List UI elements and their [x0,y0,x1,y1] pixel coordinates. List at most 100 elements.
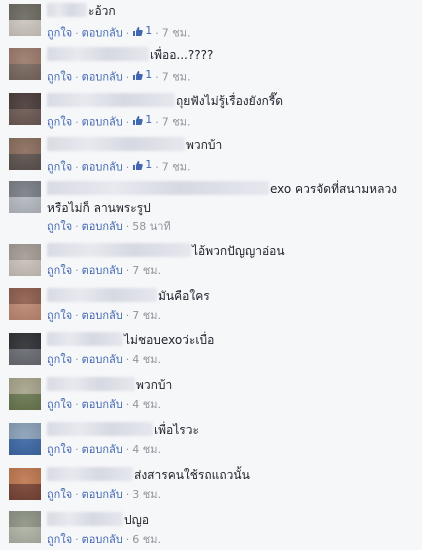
comment-text-line2: หรือไม่ก็ ลานพระรูป [47,200,151,217]
comment-time[interactable]: 4 ชม. [132,353,161,366]
thumbs-up-icon [132,26,144,37]
comment-actions: ถูกใจ · ตอบกลับ · 1 · 7 ชม. [47,23,191,40]
separator-dot: · [155,160,159,174]
avatar-bottom [9,484,41,500]
avatar[interactable] [9,93,41,125]
separator-dot: · [75,533,79,546]
separator-dot: · [155,70,159,84]
reply-link[interactable]: ตอบกลับ [82,264,123,277]
comment-actions: ถูกใจ · ตอบกลับ · 7 ชม. [47,263,161,279]
comment-text-content: ไม่ชอบexoว่ะเบื่อ [124,333,215,347]
comment-time[interactable]: 7 ชม. [162,161,191,174]
reply-link[interactable]: ตอบกลับ [82,309,123,322]
separator-dot: · [75,353,79,366]
reply-link[interactable]: ตอบกลับ [82,488,123,501]
avatar[interactable] [9,48,41,80]
avatar-top [9,468,41,484]
comment-text: เพื่อไรวะ [47,422,199,439]
separator-dot: · [75,398,79,411]
avatar[interactable] [9,4,41,36]
like-count[interactable]: 1 [132,23,152,39]
avatar[interactable] [9,138,41,170]
author-name-redacted[interactable] [47,243,191,257]
author-name-redacted[interactable] [47,467,133,481]
avatar[interactable] [9,511,41,543]
separator-dot: · [75,26,79,40]
author-name-redacted[interactable] [47,332,123,346]
author-name-redacted[interactable] [47,512,123,526]
like-link[interactable]: ถูกใจ [47,220,72,233]
like-count[interactable]: 1 [132,157,152,173]
reply-link[interactable]: ตอบกลับ [82,27,123,40]
comment-time[interactable]: 7 ชม. [132,264,161,277]
reply-link[interactable]: ตอบกลับ [82,71,123,84]
avatar[interactable] [9,288,41,320]
comment-text: ถุยฟังไม่รู้เรื่องยังกรี๊ด [47,93,283,110]
author-name-redacted[interactable] [47,47,149,61]
avatar-top [9,138,41,154]
like-link[interactable]: ถูกใจ [47,27,72,40]
reply-link[interactable]: ตอบกลับ [82,398,123,411]
like-link[interactable]: ถูกใจ [47,309,72,322]
like-count[interactable]: 1 [132,67,152,83]
like-link[interactable]: ถูกใจ [47,398,72,411]
like-count-value: 1 [145,158,153,171]
avatar-top [9,48,41,64]
reply-link[interactable]: ตอบกลับ [82,161,123,174]
comment-text-content: ไอ้พวกปัญญาอ่อน [192,244,285,258]
comment-time[interactable]: 7 ชม. [162,116,191,129]
like-link[interactable]: ถูกใจ [47,533,72,546]
reply-link[interactable]: ตอบกลับ [82,220,123,233]
avatar[interactable] [9,468,41,500]
reply-link[interactable]: ตอบกลับ [82,443,123,456]
author-name-redacted[interactable] [47,422,153,436]
like-count-value: 1 [145,113,153,126]
comment-time[interactable]: 6 ชม. [132,533,161,546]
author-name-redacted[interactable] [47,288,157,302]
author-name-redacted[interactable] [47,181,269,195]
like-count[interactable]: 1 [132,112,152,128]
separator-dot: · [125,309,130,322]
like-link[interactable]: ถูกใจ [47,488,72,501]
avatar[interactable] [9,333,41,365]
avatar[interactable] [9,423,41,455]
like-link[interactable]: ถูกใจ [47,161,72,174]
separator-dot: · [75,264,79,277]
separator-dot: · [125,488,130,501]
avatar-top [9,4,41,20]
reply-link[interactable]: ตอบกลับ [82,533,123,546]
separator-dot: · [75,160,79,174]
comment-time[interactable]: 58 นาที [132,220,170,233]
separator-dot: · [125,26,130,40]
like-link[interactable]: ถูกใจ [47,443,72,456]
comment-actions: ถูกใจ · ตอบกลับ · 1 · 7 ชม. [47,157,191,174]
like-link[interactable]: ถูกใจ [47,353,72,366]
comment-time[interactable]: 3 ชม. [132,488,161,501]
comment-text-content: มันคือใคร [158,289,210,303]
like-link[interactable]: ถูกใจ [47,116,72,129]
like-link[interactable]: ถูกใจ [47,71,72,84]
author-name-redacted[interactable] [47,3,87,17]
avatar-bottom [9,20,41,36]
comment-time[interactable]: 7 ชม. [132,309,161,322]
author-name-redacted[interactable] [47,377,135,391]
avatar-bottom [9,439,41,455]
separator-dot: · [75,443,79,456]
avatar[interactable] [9,378,41,410]
author-name-redacted[interactable] [47,137,185,151]
separator-dot: · [125,398,130,411]
comment-time[interactable]: 7 ชม. [162,27,191,40]
comment-time[interactable]: 4 ชม. [132,398,161,411]
avatar-bottom [9,260,41,276]
reply-link[interactable]: ตอบกลับ [82,116,123,129]
comment-actions: ถูกใจ · ตอบกลับ · 3 ชม. [47,487,161,503]
avatar[interactable] [9,244,41,276]
comment-time[interactable]: 4 ชม. [132,443,161,456]
like-link[interactable]: ถูกใจ [47,264,72,277]
reply-link[interactable]: ตอบกลับ [82,353,123,366]
comment-time[interactable]: 7 ชม. [162,71,191,84]
separator-dot: · [125,115,130,129]
avatar[interactable] [9,181,41,213]
author-name-redacted[interactable] [47,93,175,107]
comment-actions: ถูกใจ · ตอบกลับ · 6 ชม. [47,532,161,548]
